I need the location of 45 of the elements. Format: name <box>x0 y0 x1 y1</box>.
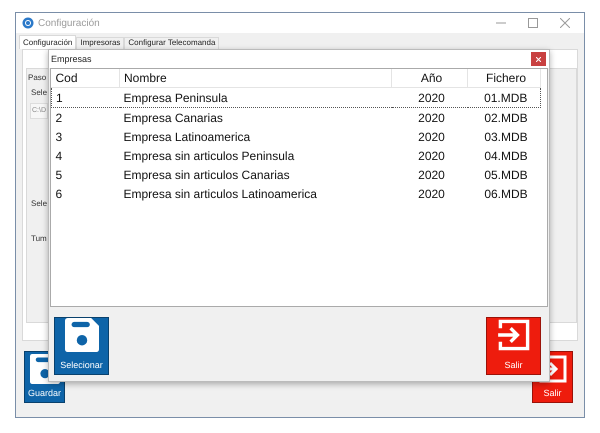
table-cell[interactable]: 06.MDB <box>468 184 540 203</box>
table-cell[interactable]: 4 <box>52 146 120 165</box>
tab[interactable]: Impresoras <box>76 37 124 49</box>
table-cell[interactable]: 1 <box>52 88 120 108</box>
table-cell[interactable]: 2020 <box>392 88 468 108</box>
field-label: Tum <box>31 234 47 243</box>
dialog-title: Empresas <box>51 54 92 64</box>
table-cell[interactable]: 05.MDB <box>468 165 540 184</box>
table-cell[interactable]: 03.MDB <box>468 127 540 146</box>
table-cell[interactable]: Empresa Peninsula <box>120 88 392 108</box>
table-cell[interactable]: Empresa sin articulos Latinoamerica <box>120 184 392 203</box>
table-cell[interactable]: Empresa sin articulos Peninsula <box>120 146 392 165</box>
table-cell[interactable]: Empresa Canarias <box>120 108 392 127</box>
table-cell[interactable]: 01.MDB <box>468 88 540 108</box>
exit-button[interactable]: Salir <box>486 317 541 375</box>
column-header[interactable]: Año <box>392 69 468 88</box>
table-cell[interactable]: 3 <box>52 127 120 146</box>
table-cell[interactable]: 02.MDB <box>468 108 540 127</box>
close-icon <box>536 56 541 62</box>
tab[interactable]: Configuración <box>19 35 76 49</box>
table-cell[interactable]: 2020 <box>392 165 468 184</box>
table-cell[interactable]: 2020 <box>392 184 468 203</box>
table-cell[interactable]: 2020 <box>392 108 468 127</box>
close-button[interactable] <box>531 52 546 66</box>
table-cell[interactable]: Empresa Latinoamerica <box>120 127 392 146</box>
column-header[interactable]: Nombre <box>120 69 392 88</box>
exit-icon <box>496 318 530 352</box>
table-cell[interactable]: 2020 <box>392 127 468 146</box>
table-cell[interactable]: 5 <box>52 165 120 184</box>
maximize-icon[interactable] <box>528 18 538 28</box>
app-logo-icon <box>22 17 34 29</box>
table-cell[interactable]: 6 <box>52 184 120 203</box>
column-header[interactable]: Fichero <box>468 69 540 88</box>
column-header[interactable]: Cod <box>52 69 120 88</box>
table-cell[interactable]: Empresa sin articulos Canarias <box>120 165 392 184</box>
field-label: Sele <box>31 199 48 208</box>
table-cell[interactable]: 2020 <box>392 146 468 165</box>
group-label: Paso <box>28 73 46 82</box>
close-icon[interactable] <box>560 18 570 28</box>
tab[interactable]: Configurar Telecomanda <box>124 37 220 49</box>
window-title: Configuración <box>38 18 101 28</box>
table-cell[interactable]: 04.MDB <box>468 146 540 165</box>
save-button[interactable]: Selecionar <box>54 317 109 375</box>
field-label: Sele <box>31 88 48 97</box>
table-cell[interactable]: 2 <box>52 108 120 127</box>
